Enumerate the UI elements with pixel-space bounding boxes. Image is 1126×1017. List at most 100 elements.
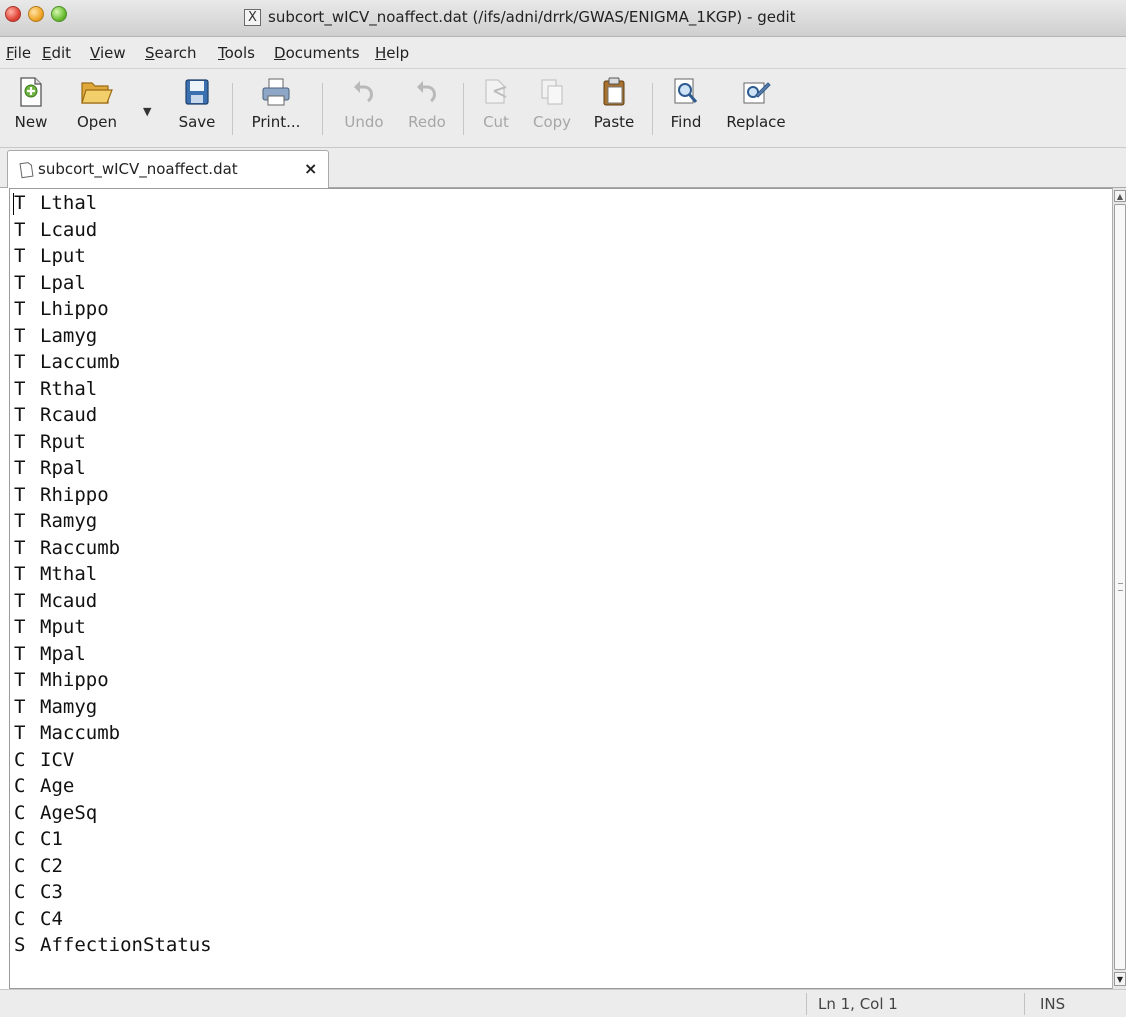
variable-type-code: C	[14, 801, 26, 824]
variable-name: Rhippo	[40, 483, 109, 506]
redo-label: Redo	[408, 113, 446, 131]
replace-label: Replace	[726, 113, 786, 131]
menu-tools[interactable]: Tools	[218, 44, 255, 62]
open-folder-icon	[81, 82, 113, 104]
menu-help[interactable]: Help	[375, 44, 409, 62]
document-icon	[19, 162, 34, 179]
cut-button[interactable]: Cut	[473, 77, 519, 143]
redo-icon	[417, 81, 436, 103]
variable-name: C3	[40, 881, 63, 903]
x11-icon: X	[244, 9, 261, 26]
editor-lines: T Lthal T Lcaud T Lput T Lpal T Lhippo T Lamyg T Lacc…	[14, 190, 212, 959]
chevron-down-icon[interactable]: ▼	[143, 105, 151, 118]
variable-type-code: T	[14, 404, 26, 426]
editor-line: C Age	[14, 773, 212, 800]
toolbar-separator	[652, 83, 653, 135]
editor-line: T Rput	[14, 429, 212, 456]
text-editor[interactable]: T Lthal T Lcaud T Lput T Lpal T Lhippo T Lamyg T Lacc…	[9, 188, 1116, 989]
window-minimize-button[interactable]	[28, 6, 44, 22]
redo-button[interactable]: Redo	[398, 77, 456, 143]
editor-line: T Rhippo	[14, 482, 212, 509]
menu-search[interactable]: Search	[145, 44, 197, 62]
find-magnifier-icon	[674, 78, 698, 104]
variable-name: Rcaud	[40, 404, 98, 426]
copy-icon	[541, 79, 563, 105]
menu-edit[interactable]: Edit	[42, 44, 71, 62]
variable-name: Lcaud	[40, 218, 98, 241]
close-icon[interactable]: ×	[304, 159, 317, 178]
document-tab-strip: subcort_wICV_noaffect.dat ×	[0, 148, 1126, 188]
scroll-up-arrow-icon[interactable]: ▲	[1114, 190, 1126, 202]
variable-type-code: T	[14, 695, 26, 718]
variable-name: Mpal	[40, 642, 86, 665]
variable-name: ICV	[40, 748, 75, 771]
editor-line: T Lhippo	[14, 296, 212, 323]
toolbar: New Open ▼ Save Print... Undo Redo Cut C…	[0, 69, 1126, 148]
scroll-down-arrow-icon[interactable]: ▼	[1114, 972, 1126, 986]
vertical-scrollbar[interactable]: ▲ ▼	[1112, 188, 1126, 989]
copy-button[interactable]: Copy	[524, 77, 580, 143]
variable-name: Rput	[40, 430, 86, 453]
variable-name: Lpal	[40, 271, 86, 294]
menu-view[interactable]: View	[90, 44, 126, 62]
variable-type-code: T	[14, 722, 26, 744]
variable-type-code: T	[14, 377, 26, 400]
toolbar-separator	[463, 83, 464, 135]
paste-button[interactable]: Paste	[585, 77, 643, 143]
tab-label: subcort_wICV_noaffect.dat	[38, 160, 238, 178]
print-button[interactable]: Print...	[240, 77, 312, 143]
replace-button[interactable]: Replace	[718, 77, 794, 143]
variable-type-code: T	[14, 218, 26, 241]
variable-type-code: T	[14, 616, 26, 638]
variable-type-code: T	[14, 271, 26, 294]
variable-type-code: S	[14, 934, 26, 956]
save-floppy-icon	[185, 79, 209, 105]
insert-mode-indicator: INS	[1040, 995, 1066, 1013]
copy-label: Copy	[532, 113, 572, 131]
variable-type-code: C	[14, 854, 26, 877]
undo-button[interactable]: Undo	[335, 77, 393, 143]
new-button[interactable]: New	[6, 77, 56, 143]
editor-line: C AgeSq	[14, 800, 212, 827]
variable-type-code: T	[14, 298, 26, 320]
scrollbar-thumb[interactable]	[1114, 204, 1126, 970]
variable-name: Rpal	[40, 457, 86, 479]
editor-line: T Ramyg	[14, 508, 212, 535]
variable-type-code: T	[14, 563, 26, 585]
variable-type-code: T	[14, 669, 26, 691]
variable-type-code: T	[14, 245, 26, 267]
variable-name: Mthal	[40, 563, 98, 585]
open-button[interactable]: Open	[64, 77, 130, 143]
window-close-button[interactable]	[5, 6, 21, 22]
toolbar-separator	[232, 83, 233, 135]
status-separator	[1024, 993, 1025, 1015]
editor-line: C C2	[14, 853, 212, 880]
variable-type-code: T	[14, 430, 26, 453]
editor-line: T Mamyg	[14, 694, 212, 721]
menu-file[interactable]: File	[6, 44, 31, 62]
print-label: Print...	[251, 113, 301, 131]
variable-name: AgeSq	[40, 801, 98, 824]
variable-type-code: T	[14, 457, 26, 479]
editor-line: T Raccumb	[14, 535, 212, 562]
variable-name: Raccumb	[40, 536, 121, 559]
find-button[interactable]: Find	[664, 77, 708, 143]
editor-line: C C4	[14, 906, 212, 933]
variable-type-code: C	[14, 881, 26, 903]
menu-documents[interactable]: Documents	[274, 44, 360, 62]
undo-icon	[354, 81, 373, 103]
editor-line: T Mcaud	[14, 588, 212, 615]
variable-name: Mamyg	[40, 695, 98, 718]
variable-type-code: T	[14, 536, 26, 559]
variable-type-code: T	[14, 324, 26, 347]
undo-label: Undo	[344, 113, 384, 131]
editor-line: T Mput	[14, 614, 212, 641]
variable-type-code: T	[14, 192, 26, 214]
save-button[interactable]: Save	[171, 77, 223, 143]
variable-type-code: C	[14, 748, 26, 771]
toolbar-separator	[322, 83, 323, 135]
window-maximize-button[interactable]	[51, 6, 67, 22]
new-document-icon	[20, 77, 42, 107]
variable-name: Rthal	[40, 377, 98, 400]
tab-subcort-file[interactable]: subcort_wICV_noaffect.dat ×	[7, 150, 329, 188]
